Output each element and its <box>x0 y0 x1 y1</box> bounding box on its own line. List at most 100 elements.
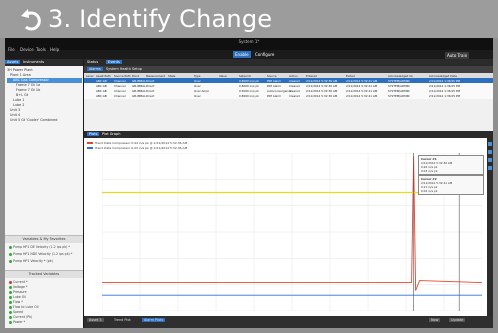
table-cell: ABC GB <box>96 93 107 98</box>
status-dot <box>9 300 12 304</box>
tracked-row[interactable]: Current * <box>9 280 28 284</box>
table-cell: ABC GB <box>96 88 107 93</box>
table-cell: 2/11/2014 1:36:05 PM <box>429 83 461 88</box>
variable-row[interactable]: Pump HP1 NDE Velocity (1.2 ips pk) * <box>9 252 72 256</box>
enable-button[interactable]: Enable <box>233 51 251 58</box>
tab-status[interactable]: Status <box>87 60 98 64</box>
status-tab[interactable]: Asset 3 <box>87 318 104 322</box>
col-header[interactable]: Measurement <box>146 74 165 78</box>
col-header[interactable]: Type <box>194 74 200 78</box>
table-cell: Autoconvergence <box>267 88 292 93</box>
auto-train-button[interactable]: Auto Train <box>445 52 470 59</box>
table-cell: 2/11/2014 1:36:05 PM <box>429 93 461 98</box>
col-header[interactable]: Exited <box>346 74 355 78</box>
variable-row[interactable]: Pump HP1 Velocity * (pk) <box>9 259 53 263</box>
legend-swatch <box>87 147 93 149</box>
table-cell: GB-IMBAL <box>132 83 146 88</box>
undo-arrow-icon <box>21 9 41 31</box>
variable-row[interactable]: Pump HP1 DE Velocity (1.2 ips pk) * <box>9 245 70 249</box>
configure-button[interactable]: Configure <box>253 51 276 58</box>
table-cell: Channel <box>114 83 126 88</box>
status-dot <box>9 320 12 324</box>
table-cell: ABC GB <box>96 78 107 83</box>
pan-icon[interactable] <box>488 150 492 154</box>
tracked-row[interactable]: Speed <box>9 310 23 314</box>
table-cell: PIM Alarm <box>267 78 282 83</box>
menu-tools[interactable]: Tools <box>36 47 46 52</box>
table-cell: 0.5000 in/s pk <box>239 88 259 93</box>
subtab-system-health[interactable]: System Health <box>106 67 131 71</box>
cursor-icon[interactable] <box>488 158 492 162</box>
legend-entry[interactable]: Trend Data Compressor 0.03 in/s pk @ 2/1… <box>87 146 187 150</box>
now-button[interactable]: Now <box>429 318 441 322</box>
status-dot <box>9 315 12 319</box>
col-header[interactable]: Level <box>86 74 93 78</box>
table-cell: 2/11/2014 5:32:36 AM <box>306 93 338 98</box>
table-cell: 0.8000 in/s pk <box>239 83 259 88</box>
col-header[interactable]: Entered <box>306 74 317 78</box>
table-cell: Direct <box>146 88 155 93</box>
menu-device[interactable]: Device <box>20 47 34 52</box>
status-tab[interactable]: Trend Plot <box>114 318 131 322</box>
right-subtabs: Alarms System Health Setup <box>84 66 493 73</box>
table-row[interactable]: ABC GB Channel GB-IMBAL Direct Over 0.8000 in… <box>84 93 493 98</box>
tab-plot-graph[interactable]: Plot Graph <box>102 132 120 136</box>
col-header[interactable]: Point <box>132 74 139 78</box>
tracked-row[interactable]: Voltage * <box>9 285 28 289</box>
col-header[interactable]: State <box>168 74 175 78</box>
table-cell: 2/11/2014 1:36:05 PM <box>429 88 461 93</box>
chart-area: Plots Plot Graph Trend Data Compressor 0… <box>84 131 493 328</box>
tracked-row[interactable]: Power * <box>9 320 25 324</box>
tree-item[interactable]: Unit 5 Gt 'Cooler' Combined <box>7 118 82 123</box>
update-button[interactable]: Update <box>449 318 466 322</box>
tracked-row[interactable]: Current (Pk) <box>9 315 32 319</box>
legend-entry[interactable]: Trend Data Compressor 0.94 in/s pk @ 2/1… <box>87 141 187 145</box>
table-cell: GB-IMBAL <box>132 93 146 98</box>
menu-file[interactable]: File <box>8 47 15 52</box>
table-cell: SYSTEM\ADMIN <box>388 78 410 83</box>
status-dot <box>9 280 12 284</box>
tracked-row[interactable]: Flow * <box>9 300 23 304</box>
subtab-setup[interactable]: Setup <box>132 67 142 71</box>
col-header[interactable]: Value <box>219 74 227 78</box>
zoom-icon[interactable] <box>488 142 492 146</box>
tab-instruments[interactable]: Instruments <box>21 60 46 64</box>
tab-events[interactable]: Events <box>106 60 122 64</box>
status-dot <box>9 259 12 263</box>
table-cell: 2/11/2014 5:32:36 AM <box>306 83 338 88</box>
col-header[interactable]: Source Path <box>114 74 131 78</box>
tab-assets[interactable]: Assets <box>5 60 21 64</box>
table-cell: 2/11/2014 5:32:41 AM <box>346 88 378 93</box>
alarm-grid: Level Asset Path Source Path Point Measu… <box>84 73 493 99</box>
asset-tree: 3H Power Plant Plant 1 Area ABC Gas Comp… <box>7 68 82 123</box>
table-cell: Direct <box>146 93 155 98</box>
col-header[interactable]: Source <box>267 74 277 78</box>
plot-statusbar: Asset 3 Trend Plot Alarm Plots Now Updat… <box>84 316 493 328</box>
table-cell: Cleared <box>289 88 300 93</box>
table-cell: 2/11/2014 5:32:36 AM <box>306 88 338 93</box>
variables-panel-title: Variables & My Favorites <box>5 235 83 243</box>
col-header[interactable]: Action <box>289 74 298 78</box>
table-cell: 2/11/2014 5:32:41 AM <box>346 93 378 98</box>
status-tab[interactable]: Alarm Plots <box>142 318 166 322</box>
col-header[interactable]: Acknowledged On <box>388 74 413 78</box>
table-cell: GB-IMBAL <box>132 78 146 83</box>
export-icon[interactable] <box>488 166 492 170</box>
col-header[interactable]: Asset Path <box>96 74 111 78</box>
subtab-alarms[interactable]: Alarms <box>87 67 103 71</box>
menu-help[interactable]: Help <box>50 47 59 52</box>
tracked-row[interactable]: Flow to Lube Oil <box>9 305 39 309</box>
table-cell: Cleared <box>289 93 300 98</box>
col-header[interactable]: Acknowledged Date <box>429 74 457 78</box>
grid-empty-space <box>84 99 493 131</box>
tab-plots[interactable]: Plots <box>87 132 100 136</box>
table-cell: ABC GB <box>96 83 107 88</box>
col-header[interactable]: Setpoint <box>239 74 251 78</box>
status-dot <box>9 305 12 309</box>
tracked-row[interactable]: Pressure <box>9 290 27 294</box>
tracked-row[interactable]: Lube Oil <box>9 295 26 299</box>
status-dot <box>9 285 12 289</box>
cursor-readout-1: Cursor #1 2/11/2014 5:32:36 AM 0.94 in/s… <box>418 155 484 175</box>
table-cell: 0.8000 in/s pk <box>239 93 259 98</box>
window-caption: System 1* <box>238 39 260 44</box>
